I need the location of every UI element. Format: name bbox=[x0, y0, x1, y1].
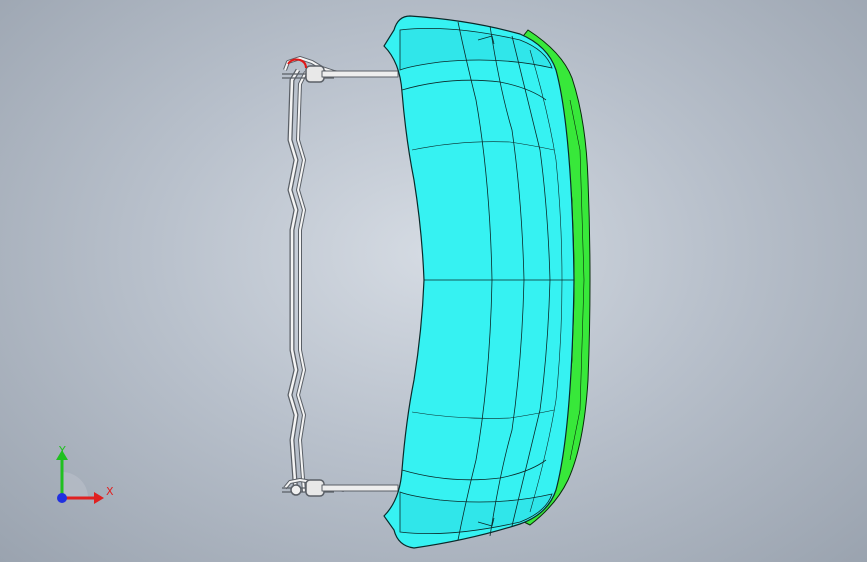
z-axis-dot bbox=[57, 493, 67, 503]
coordinate-triad: Y X bbox=[56, 444, 114, 504]
wire-frame[interactable] bbox=[282, 56, 399, 497]
x-axis-label: X bbox=[106, 485, 114, 498]
model-view[interactable] bbox=[0, 0, 867, 562]
y-axis-label: Y bbox=[58, 444, 66, 457]
bumper-body[interactable] bbox=[383, 15, 575, 549]
graphics-viewport[interactable]: Y X bbox=[0, 0, 867, 562]
